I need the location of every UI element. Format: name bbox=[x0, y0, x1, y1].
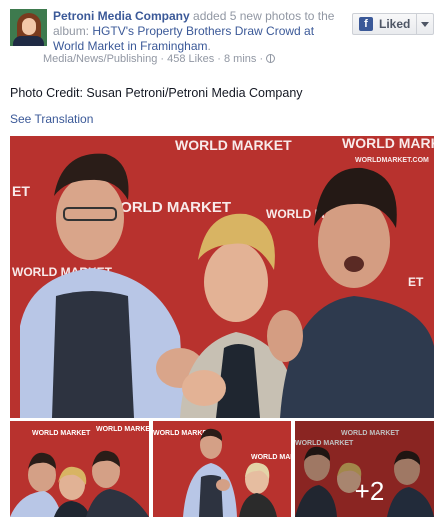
main-photo[interactable]: WORLD MARKET WORLD MARKET WORLDMARKET.CO… bbox=[10, 136, 434, 418]
meta-separator: · bbox=[256, 53, 267, 65]
page-name-link[interactable]: Petroni Media Company bbox=[53, 9, 190, 23]
backdrop-logo: WORLD MARKET bbox=[32, 430, 91, 437]
photo-thumbnails: WORLD MARKET WORLD MARKET WORLD MARKET W… bbox=[10, 421, 434, 517]
chevron-down-icon[interactable] bbox=[421, 21, 429, 27]
post-time[interactable]: 8 mins bbox=[224, 53, 256, 65]
backdrop-logo: WORLD MARKET bbox=[342, 136, 434, 151]
meta-separator: · bbox=[214, 53, 224, 65]
svg-text:ET: ET bbox=[408, 275, 424, 289]
backdrop-url: WORLDMARKET.COM bbox=[355, 157, 429, 164]
facebook-f-icon: f bbox=[359, 17, 373, 31]
globe-icon bbox=[266, 54, 276, 63]
liked-main[interactable]: f Liked bbox=[353, 14, 417, 34]
backdrop-logo: WORLD MARKET bbox=[251, 454, 291, 461]
album-suffix: . bbox=[207, 39, 211, 53]
liked-button[interactable]: f Liked bbox=[352, 13, 434, 35]
see-translation-link[interactable]: See Translation bbox=[10, 112, 93, 126]
backdrop-logo: WORLD MARKET bbox=[96, 426, 149, 433]
photo-thumbnail[interactable]: WORLD MARKET WORLD MARKET bbox=[153, 421, 291, 517]
backdrop-logo: WORLD MARKET bbox=[106, 199, 231, 216]
photo-thumbnail[interactable]: WORLD MARKET WORLD MARKET bbox=[10, 421, 149, 517]
post-header: Petroni Media Company added 5 new photos… bbox=[10, 9, 340, 75]
backdrop-logo: WORLD MARKET bbox=[175, 137, 292, 153]
post-meta: Media/News/Publishing · 458 Likes · 8 mi… bbox=[43, 53, 276, 65]
more-photos-count[interactable]: +2 bbox=[295, 421, 434, 517]
post-caption: Photo Credit: Susan Petroni/Petroni Medi… bbox=[10, 86, 303, 100]
meta-separator: · bbox=[157, 53, 168, 65]
page-avatar[interactable] bbox=[10, 9, 47, 46]
album-link[interactable]: HGTV's Property Brothers Draw Crowd at W… bbox=[53, 24, 314, 53]
svg-text:ET: ET bbox=[12, 183, 30, 199]
photo-thumbnail[interactable]: WORLD MARKET WORLD MARKET +2 bbox=[295, 421, 434, 517]
page-category: Media/News/Publishing bbox=[43, 53, 158, 65]
liked-label: Liked bbox=[379, 17, 411, 31]
post-headline: Petroni Media Company added 5 new photos… bbox=[53, 9, 343, 54]
likes-count[interactable]: 458 Likes bbox=[167, 53, 214, 65]
